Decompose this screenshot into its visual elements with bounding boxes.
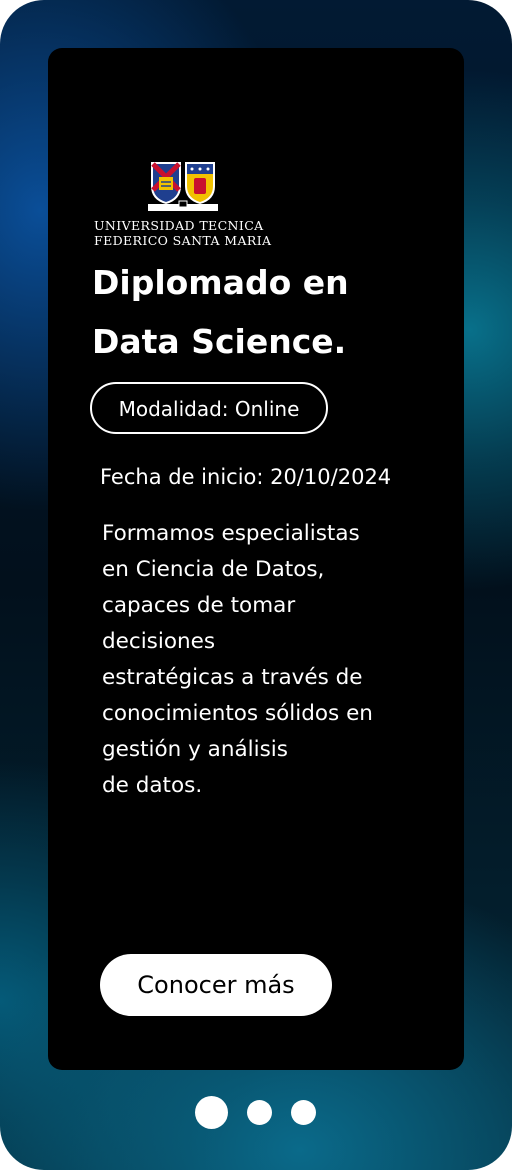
description-line: conocimientos sólidos en — [102, 701, 373, 726]
modality-badge: Modalidad: Online — [90, 382, 328, 434]
carousel-dot-3[interactable] — [291, 1100, 316, 1125]
university-name-line1: UNIVERSIDAD TECNICA — [94, 218, 264, 233]
university-name-line2: FEDERICO SANTA MARIA — [94, 233, 272, 248]
title-line2: Data Science. — [92, 322, 347, 361]
description-line: de datos. — [102, 773, 203, 798]
page-title: Diplomado en Data Science. — [92, 253, 452, 371]
title-line1: Diplomado en — [92, 263, 349, 302]
description-line: en Ciencia de Datos, — [102, 557, 325, 582]
app-frame: UNIVERSIDAD TECNICA FEDERICO SANTA MARIA… — [0, 0, 512, 1170]
carousel-dot-2[interactable] — [247, 1100, 272, 1125]
university-logo: UNIVERSIDAD TECNICA FEDERICO SANTA MARIA — [94, 160, 274, 250]
start-date: Fecha de inicio: 20/10/2024 — [100, 465, 392, 489]
carousel-pagination — [0, 1096, 512, 1130]
program-card: UNIVERSIDAD TECNICA FEDERICO SANTA MARIA… — [48, 48, 464, 1070]
carousel-dot-1[interactable] — [195, 1096, 228, 1129]
description-line: decisiones — [102, 629, 216, 654]
description-line: Formamos especialistas — [102, 521, 360, 546]
description-line: estratégicas a través de — [102, 665, 363, 690]
university-crest-icon — [148, 162, 218, 211]
description-line: capaces de tomar — [102, 593, 296, 618]
program-description: Formamos especialistas en Ciencia de Dat… — [102, 516, 432, 804]
description-line: gestión y análisis — [102, 737, 288, 762]
learn-more-button[interactable]: Conocer más — [100, 954, 332, 1016]
